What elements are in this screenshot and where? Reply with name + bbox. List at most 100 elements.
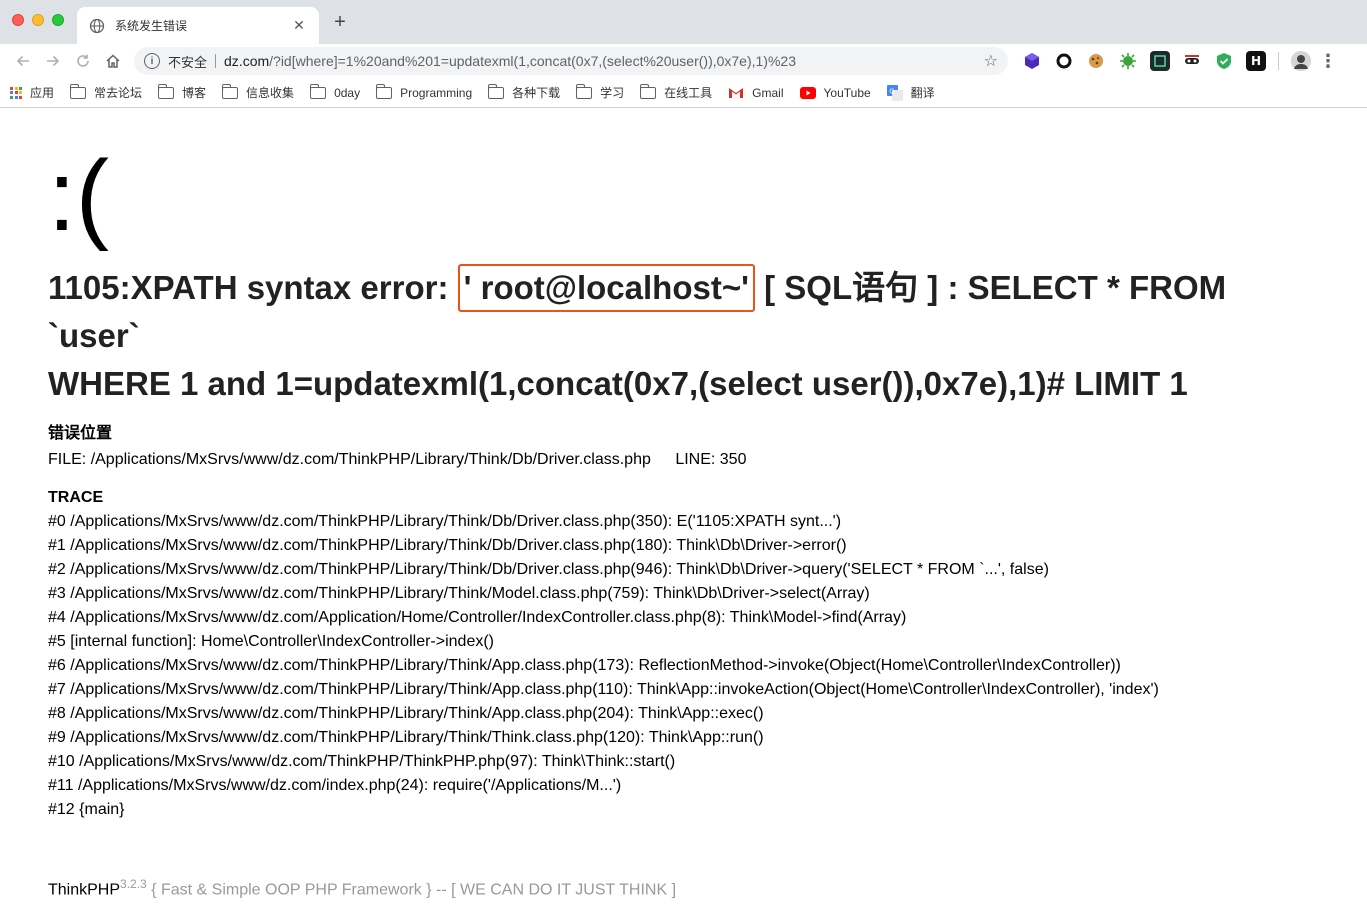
- url-text[interactable]: dz.com/?id[where]=1%20and%201=updatexml(…: [224, 53, 984, 69]
- folder-icon: [639, 83, 657, 99]
- bookmark-label: 应用: [30, 86, 55, 100]
- trace-title: TRACE: [48, 489, 104, 506]
- error-location-title: 错误位置: [48, 425, 113, 442]
- highlighted-leak: ' root@localhost~': [457, 264, 755, 312]
- trace-item: #5 [internal function]: Home\Controller\…: [48, 633, 494, 650]
- bookmark-label: 各种下载: [512, 86, 561, 100]
- address-bar[interactable]: i 不安全 dz.com/?id[where]=1%20and%201=upda…: [134, 47, 1008, 75]
- error-location: FILE: /Applications/MxSrvs/www/dz.com/Th…: [48, 448, 1319, 472]
- bookmark-folder-downloads[interactable]: 各种下载: [487, 83, 561, 101]
- extension-cookie-icon[interactable]: [1086, 51, 1106, 71]
- trace-item: #9 /Applications/MxSrvs/www/dz.com/Think…: [48, 729, 764, 746]
- window-minimize-button[interactable]: [32, 14, 44, 26]
- trace-item: #3 /Applications/MxSrvs/www/dz.com/Think…: [48, 585, 870, 602]
- bookmark-gmail[interactable]: Gmail: [728, 86, 784, 100]
- omnibox-divider: [215, 54, 217, 68]
- extension-purple-cube-icon[interactable]: [1022, 51, 1042, 71]
- trace-list: #0 /Applications/MxSrvs/www/dz.com/Think…: [48, 510, 1319, 822]
- profile-avatar[interactable]: [1291, 51, 1311, 71]
- bookmark-label: YouTube: [823, 85, 871, 100]
- bookmark-apps[interactable]: 应用: [10, 84, 54, 101]
- error-message-sql-line2: WHERE 1 and 1=updatexml(1,concat(0x7,(se…: [48, 365, 1188, 402]
- apps-grid-icon: [10, 86, 22, 99]
- extension-terminal-icon[interactable]: [1150, 51, 1170, 71]
- bookmark-label: 博客: [182, 86, 207, 100]
- bookmark-folder-study[interactable]: 学习: [575, 83, 625, 101]
- bookmark-label: 常去论坛: [94, 86, 143, 100]
- trace-item: #11 /Applications/MxSrvs/www/dz.com/inde…: [48, 777, 622, 794]
- reload-icon: [77, 54, 89, 67]
- bookmark-folder-0day[interactable]: 0day: [309, 83, 361, 100]
- browser-toolbar: i 不安全 dz.com/?id[where]=1%20and%201=upda…: [0, 44, 1367, 78]
- bookmark-label: 翻译: [910, 86, 935, 100]
- folder-icon: [487, 83, 505, 99]
- toolbar-divider: [1278, 52, 1279, 70]
- extension-h-icon[interactable]: H: [1246, 51, 1266, 71]
- framework-slogan: { Fast & Simple OOP PHP Framework } -- […: [146, 881, 677, 899]
- home-icon: [106, 54, 120, 68]
- trace-item: #10 /Applications/MxSrvs/www/dz.com/Thin…: [48, 753, 676, 770]
- bookmark-label: 信息收集: [246, 86, 295, 100]
- trace-item: #6 /Applications/MxSrvs/www/dz.com/Think…: [48, 657, 1121, 674]
- error-page: :( 1105:XPATH syntax error: ' root@local…: [0, 146, 1367, 902]
- bookmark-translate[interactable]: G 翻译: [886, 84, 935, 101]
- new-tab-button[interactable]: +: [330, 12, 350, 32]
- bookmark-folder-blogs[interactable]: 博客: [157, 83, 207, 101]
- tab-title: 系统发生错误: [115, 19, 188, 33]
- arrow-right-icon: [47, 55, 60, 67]
- bookmarks-bar: 应用 常去论坛 博客 信息收集 0day Programming 各种下载 学习…: [0, 78, 1367, 108]
- bookmark-youtube[interactable]: YouTube: [799, 85, 871, 100]
- folder-icon: [575, 83, 593, 99]
- extension-mask-icon[interactable]: [1182, 51, 1202, 71]
- sad-face: :(: [48, 140, 110, 252]
- window-close-button[interactable]: [12, 14, 24, 26]
- info-icon[interactable]: i: [144, 53, 160, 69]
- folder-icon: [221, 83, 239, 99]
- line-number: 350: [719, 451, 747, 468]
- bookmark-label: 学习: [600, 86, 625, 100]
- trace-item: #12 {main}: [48, 801, 125, 818]
- bookmark-star-icon[interactable]: ☆: [984, 51, 998, 71]
- back-button[interactable]: [8, 47, 38, 75]
- bookmark-folder-online-tools[interactable]: 在线工具: [639, 83, 712, 101]
- bookmark-label: 0day: [334, 85, 361, 100]
- extension-shield-icon[interactable]: [1214, 51, 1234, 71]
- translate-icon: G: [886, 84, 903, 101]
- trace-item: #0 /Applications/MxSrvs/www/dz.com/Think…: [48, 513, 842, 530]
- error-message: 1105:XPATH syntax error: ' root@localhos…: [48, 264, 1319, 408]
- trace-item: #4 /Applications/MxSrvs/www/dz.com/Appli…: [48, 609, 907, 626]
- window-maximize-button[interactable]: [52, 14, 64, 26]
- extension-bug-icon[interactable]: [1118, 51, 1138, 71]
- bookmark-folder-info-gathering[interactable]: 信息收集: [221, 83, 295, 101]
- folder-icon: [375, 83, 393, 99]
- line-label: LINE:: [675, 451, 716, 468]
- folder-icon: [309, 83, 327, 99]
- extensions-area: H ⋮: [1022, 51, 1337, 71]
- window-controls: [12, 14, 64, 26]
- reload-button[interactable]: [68, 47, 98, 75]
- arrow-left-icon: [16, 55, 29, 67]
- gmail-icon: [728, 87, 744, 99]
- trace-item: #1 /Applications/MxSrvs/www/dz.com/Think…: [48, 537, 847, 554]
- file-label: FILE:: [48, 451, 87, 468]
- not-secure-label[interactable]: 不安全: [168, 52, 207, 71]
- framework-brand-link[interactable]: ThinkPHP: [48, 881, 120, 898]
- trace-item: #8 /Applications/MxSrvs/www/dz.com/Think…: [48, 705, 764, 722]
- file-path: /Applications/MxSrvs/www/dz.com/ThinkPHP…: [90, 451, 651, 468]
- browser-titlebar: 系统发生错误 ✕ +: [0, 0, 1367, 44]
- folder-icon: [157, 83, 175, 99]
- bookmark-folder-programming[interactable]: Programming: [375, 83, 473, 100]
- globe-icon: [89, 18, 105, 33]
- forward-button[interactable]: [38, 47, 68, 75]
- trace-item: #7 /Applications/MxSrvs/www/dz.com/Think…: [48, 681, 1159, 698]
- url-path: /?id[where]=1%20and%201=updatexml(1,conc…: [269, 53, 796, 69]
- menu-kebab-icon[interactable]: ⋮: [1319, 51, 1337, 71]
- browser-tab[interactable]: 系统发生错误 ✕: [77, 7, 319, 44]
- extension-ring-icon[interactable]: [1054, 51, 1074, 71]
- tab-close-icon[interactable]: ✕: [291, 17, 307, 34]
- home-button[interactable]: [98, 47, 128, 75]
- bookmark-folder-forums[interactable]: 常去论坛: [69, 83, 143, 101]
- framework-footer: ThinkPHP3.2.3 { Fast & Simple OOP PHP Fr…: [48, 872, 1319, 902]
- url-host: dz.com: [224, 53, 270, 69]
- bookmark-label: Programming: [400, 85, 473, 100]
